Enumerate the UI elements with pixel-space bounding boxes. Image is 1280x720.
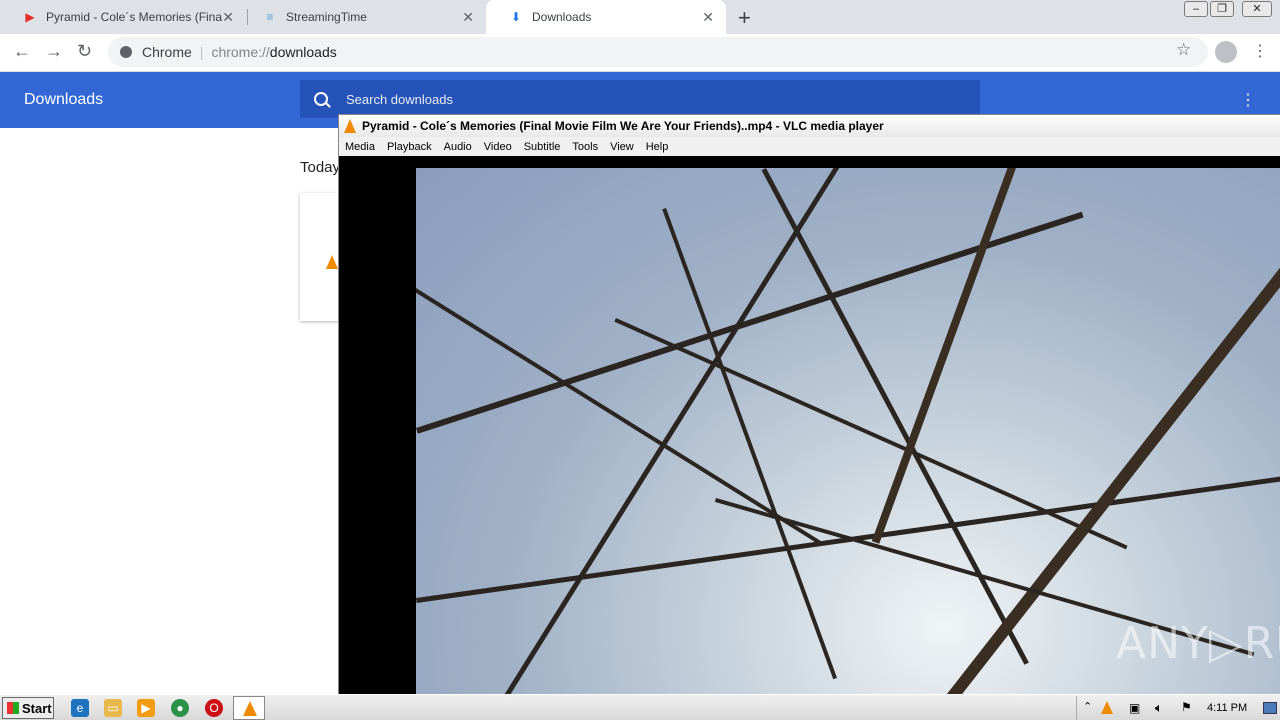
system-tray: ⌃ ▣ 🔈︎ ⚑ 4:11 PM xyxy=(1076,696,1280,720)
show-desktop-icon[interactable] xyxy=(1263,702,1277,714)
browser-tab-strip: ▶ Pyramid - Cole´s Memories (Final Mo ✕ … xyxy=(0,0,1280,34)
file-explorer-icon[interactable]: ▭ xyxy=(104,699,122,717)
vlc-taskbar-button[interactable] xyxy=(233,696,265,720)
downloads-menu-icon[interactable]: ⋮ xyxy=(1240,90,1256,110)
chrome-page-icon xyxy=(120,46,132,58)
taskbar-clock[interactable]: 4:11 PM xyxy=(1207,702,1247,714)
windows-taskbar: Start e ▭ ▶ ● O ⌃ ▣ 🔈︎ ⚑ 4:11 PM xyxy=(0,694,1280,720)
network-icon[interactable]: ▣ xyxy=(1129,701,1140,715)
streamingtime-icon: ≡ xyxy=(266,10,274,24)
tower-beam xyxy=(496,168,872,695)
tab-youtube[interactable]: ▶ Pyramid - Cole´s Memories (Final Mo ✕ xyxy=(0,0,246,34)
close-tab-icon[interactable]: ✕ xyxy=(222,9,234,26)
vlc-title-bar[interactable]: Pyramid - Cole´s Memories (Final Movie F… xyxy=(339,115,1280,137)
tower-beam xyxy=(416,288,824,546)
menu-audio[interactable]: Audio xyxy=(438,141,478,153)
windows-logo-icon xyxy=(7,702,19,714)
vlc-window-title: Pyramid - Cole´s Memories (Final Movie F… xyxy=(362,119,884,133)
chrome-icon[interactable]: ● xyxy=(171,699,189,717)
minimize-button[interactable]: – xyxy=(1184,1,1208,17)
tab-title: StreamingTime xyxy=(286,10,367,24)
watermark-text: ANY▷RUN xyxy=(1116,618,1280,669)
chrome-menu-icon[interactable]: ⋮ xyxy=(1252,41,1268,61)
menu-view[interactable]: View xyxy=(604,141,640,153)
download-item-card xyxy=(300,193,340,321)
tab-title: Downloads xyxy=(532,10,592,24)
section-heading-today: Today xyxy=(300,159,341,176)
volume-icon[interactable]: 🔈︎ xyxy=(1155,700,1163,716)
internet-explorer-icon[interactable]: e xyxy=(71,699,89,717)
media-player-icon[interactable]: ▶ xyxy=(137,699,155,717)
back-arrow-icon[interactable]: ← xyxy=(13,41,31,62)
vlc-file-icon xyxy=(326,255,338,269)
opera-icon[interactable]: O xyxy=(205,699,223,717)
menu-media[interactable]: Media xyxy=(339,141,381,153)
close-window-button[interactable]: ✕ xyxy=(1242,1,1272,17)
profile-avatar[interactable] xyxy=(1215,41,1237,63)
tower-beam xyxy=(662,208,838,680)
browser-toolbar: ← → ↻ Chrome | chrome://downloads ☆ ⋮ xyxy=(0,34,1280,72)
vlc-tray-icon[interactable] xyxy=(1101,701,1113,714)
tab-downloads[interactable]: ⬇ Downloads ✕ xyxy=(486,0,726,34)
menu-subtitle[interactable]: Subtitle xyxy=(518,141,567,153)
action-center-flag-icon[interactable]: ⚑ xyxy=(1181,700,1192,714)
url-scheme: chrome:// xyxy=(211,44,270,60)
show-hidden-icons-icon[interactable]: ⌃ xyxy=(1083,700,1092,713)
close-tab-icon[interactable]: ✕ xyxy=(702,9,714,26)
page-title: Downloads xyxy=(24,91,104,108)
forward-arrow-icon[interactable]: → xyxy=(45,41,63,62)
menu-playback[interactable]: Playback xyxy=(381,141,438,153)
search-icon xyxy=(314,92,328,106)
menu-tools[interactable]: Tools xyxy=(566,141,604,153)
download-icon: ⬇ xyxy=(510,10,522,24)
start-button[interactable]: Start xyxy=(2,697,54,719)
vlc-cone-icon xyxy=(243,701,257,716)
tower-beam xyxy=(614,318,1128,550)
vlc-cone-icon xyxy=(344,119,356,133)
reload-icon[interactable]: ↻ xyxy=(77,41,92,62)
video-frame: ANY▷RUN xyxy=(416,168,1280,695)
video-area[interactable]: ANY▷RUN xyxy=(339,156,1280,695)
start-label: Start xyxy=(22,700,52,716)
new-tab-button[interactable]: + xyxy=(738,5,751,31)
menu-video[interactable]: Video xyxy=(478,141,518,153)
close-tab-icon[interactable]: ✕ xyxy=(462,9,474,26)
menu-help[interactable]: Help xyxy=(640,141,675,153)
youtube-icon: ▶ xyxy=(25,10,35,24)
search-input[interactable] xyxy=(346,91,946,107)
tab-title: Pyramid - Cole´s Memories (Final Mo xyxy=(46,10,222,24)
bookmark-star-icon[interactable]: ☆ xyxy=(1176,40,1191,60)
downloads-search-box[interactable] xyxy=(300,80,980,118)
vlc-window: Pyramid - Cole´s Memories (Final Movie F… xyxy=(338,114,1280,695)
tab-streamingtime[interactable]: ≡ StreamingTime ✕ xyxy=(240,0,486,34)
vlc-menu-bar: Media Playback Audio Video Subtitle Tool… xyxy=(339,137,1280,156)
maximize-button[interactable]: ❐ xyxy=(1210,1,1234,17)
omnibox-url: chrome://downloads xyxy=(211,44,336,60)
omnibox-site-label: Chrome xyxy=(142,44,192,60)
url-path: downloads xyxy=(269,44,337,60)
address-bar[interactable]: Chrome | chrome://downloads xyxy=(108,37,1208,67)
omnibox-divider: | xyxy=(199,44,204,60)
